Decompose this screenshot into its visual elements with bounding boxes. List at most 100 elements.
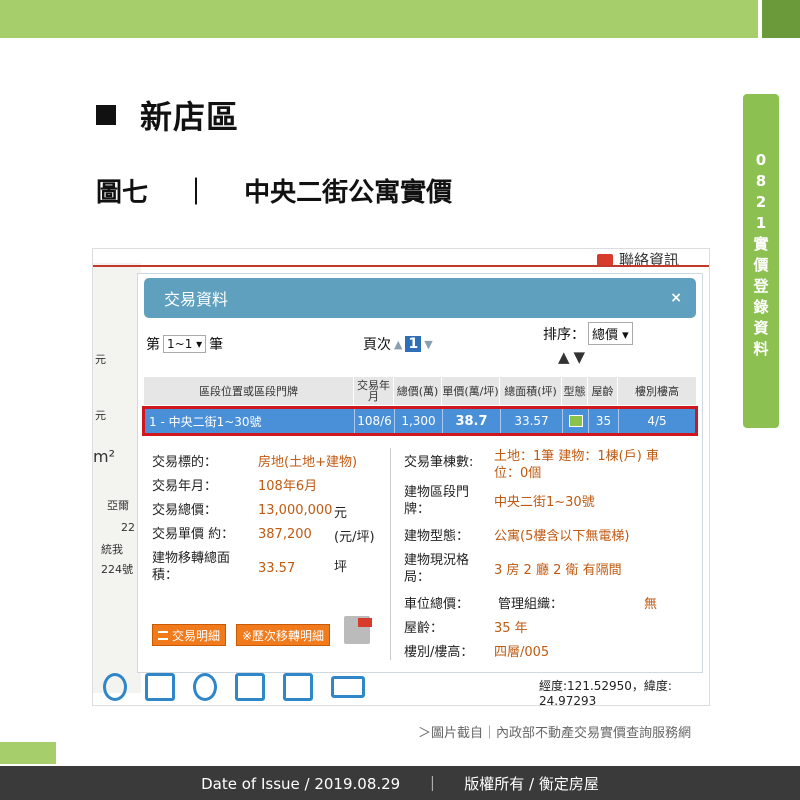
record-range-select[interactable]: 1~1 ▾ — [163, 335, 207, 353]
detail-panel: 交易標的： 房地(土地+建物) 交易年月： 108年6月 交易總價： 13,00… — [138, 444, 704, 668]
cell-unit-price: 38.7 — [443, 409, 501, 433]
field-label: 車位總價： — [404, 597, 470, 612]
bottom-accent-block — [0, 742, 56, 764]
field-label: 建物現況格局： — [404, 553, 470, 585]
button-label: 交易明細 — [172, 628, 221, 643]
table-row[interactable]: 1 - 中央二街1~30號 108/6 1,300 38.7 33.57 35 … — [145, 409, 695, 433]
route-icon[interactable] — [145, 673, 175, 701]
dialog-title: 交易資料 — [164, 290, 229, 309]
map-label: 統我 — [101, 543, 123, 556]
transfer-history-button[interactable]: ※歷次移轉明細 — [236, 624, 331, 646]
map-unit-label: m² — [93, 447, 115, 466]
side-tab-char: 資 — [753, 319, 769, 337]
pin-icon[interactable] — [193, 673, 217, 701]
close-icon[interactable]: × — [670, 290, 682, 306]
field-label: 樓別/樓高： — [404, 645, 474, 660]
column-header[interactable]: 屋齡 — [588, 377, 618, 405]
figure-subtitle: 圖七 ｜ 中央二街公寓實價 — [96, 178, 453, 208]
field-unit: (元/坪) — [334, 530, 375, 545]
field-value: 33.57 — [258, 561, 296, 576]
column-header[interactable]: 總價(萬) — [394, 377, 442, 405]
column-header[interactable]: 型態 — [562, 377, 588, 405]
field-unit: 坪 — [334, 560, 348, 575]
envelope-icon — [597, 253, 613, 266]
top-corner-block — [762, 0, 800, 38]
side-tab-char: 料 — [753, 340, 769, 358]
field-value: 無 — [644, 597, 658, 612]
sort-select[interactable]: 總價 ▾ — [588, 322, 633, 345]
column-header[interactable]: 單價(萬/坪) — [442, 377, 500, 405]
side-tab-char: 0 — [755, 151, 767, 169]
map-label: 元 — [95, 353, 106, 366]
sort-control: 排序： 總價 ▾ — [543, 322, 636, 345]
field-value: 108年6月 — [258, 479, 318, 494]
field-label: 交易筆棟數: — [404, 455, 474, 470]
map-toolbar — [103, 673, 365, 701]
square-bullet-icon — [96, 105, 116, 125]
sort-direction-icons[interactable]: ▲▼ — [558, 348, 589, 366]
pager-suffix: 筆 — [209, 337, 224, 353]
field-label: 管理組織： — [498, 597, 564, 612]
detail-divider — [390, 448, 391, 660]
column-header[interactable]: 總面積(坪) — [500, 377, 562, 405]
current-page[interactable]: 1 — [405, 336, 422, 352]
map-label: 亞爾 — [107, 499, 129, 512]
map-background — [93, 263, 141, 693]
field-value: 13,000,000 — [258, 503, 333, 518]
page-down-icon[interactable]: ▼ — [424, 338, 432, 351]
field-value: 四層/005 — [494, 645, 550, 660]
field-value: 中央二街1~30號 — [494, 495, 595, 510]
field-label: 建物移轉總面積： — [152, 551, 231, 583]
map-label: 224號 — [101, 563, 133, 576]
locate-icon[interactable] — [103, 673, 127, 701]
side-tab-char: 1 — [755, 214, 767, 232]
side-tab-char: 實 — [753, 235, 769, 253]
field-value: 35 年 — [494, 621, 528, 636]
page-up-icon[interactable]: ▲ — [394, 338, 402, 351]
side-tab-char: 價 — [753, 256, 769, 274]
region-select-icon[interactable] — [283, 673, 313, 701]
field-value: 387,200 — [258, 527, 312, 542]
footer-bar: Date of Issue / 2019.08.29 ｜ 版權所有 / 衡定房屋 — [0, 766, 800, 800]
field-label: 交易標的： — [152, 455, 218, 470]
field-label: 建物型態： — [404, 529, 470, 544]
pdf-icon[interactable] — [344, 616, 372, 644]
field-label: 交易總價： — [152, 503, 218, 518]
map-label: 22 — [121, 521, 135, 534]
field-label: 交易單價 約： — [152, 527, 235, 542]
list-icon — [158, 630, 168, 640]
heading-text: 新店區 — [140, 98, 240, 136]
field-value: 土地：1筆 建物：1棟(戶) 車位：0個 — [494, 449, 659, 481]
field-label: 建物區段門牌： — [404, 485, 470, 517]
cell-total-price: 1,300 — [395, 409, 443, 433]
transaction-dialog: 交易資料 × 第 1~1 ▾ 筆 頁次 ▲ 1 ▼ 排序： 總價 ▾ ▲▼ 區段… — [137, 273, 703, 673]
cell-type — [563, 409, 589, 433]
embedded-screenshot: 元 元 m² 亞爾 22 統我 224號 聯絡資訊 交易資料 × 第 1~1 ▾… — [92, 248, 710, 706]
print-icon[interactable] — [331, 676, 365, 698]
cell-age: 35 — [589, 409, 619, 433]
pager-prefix: 第 — [146, 337, 160, 353]
field-value: 房地(土地+建物) — [258, 455, 358, 470]
column-header[interactable]: 交易年月 — [354, 377, 394, 405]
field-label: 交易年月： — [152, 479, 218, 494]
cell-area: 33.57 — [501, 409, 563, 433]
section-heading: 新店區 — [96, 92, 239, 138]
image-source-caption: ＞圖片截自｜內政部不動產交易實價查詢服務網 — [418, 726, 692, 741]
coordinate-readout: 經度:121.52950，緯度: 24.97293 — [539, 679, 672, 706]
table-header: 區段位置或區段門牌 交易年月 總價(萬) 單價(萬/坪) 總面積(坪) 型態 屋… — [144, 377, 696, 405]
transaction-detail-button[interactable]: 交易明細 — [152, 624, 227, 646]
field-label: 屋齡： — [404, 621, 444, 636]
side-tab: 0 8 2 1 實 價 登 錄 資 料 — [743, 94, 779, 428]
side-tab-char: 錄 — [753, 298, 769, 316]
type-tag-icon — [568, 415, 583, 427]
field-value: 公寓(5樓含以下無電梯) — [494, 529, 630, 544]
area-select-icon[interactable] — [235, 673, 265, 701]
field-unit: 元 — [334, 506, 348, 521]
sort-label: 排序： — [543, 326, 585, 343]
cell-floor: 4/5 — [647, 414, 667, 428]
cell-location: 1 - 中央二街1~30號 — [145, 409, 355, 433]
side-tab-char: 2 — [755, 193, 767, 211]
field-value: 3 房 2 廳 2 衛 有隔間 — [494, 563, 622, 578]
column-header[interactable]: 樓別樓高 — [618, 377, 696, 405]
column-header[interactable]: 區段位置或區段門牌 — [144, 377, 354, 405]
